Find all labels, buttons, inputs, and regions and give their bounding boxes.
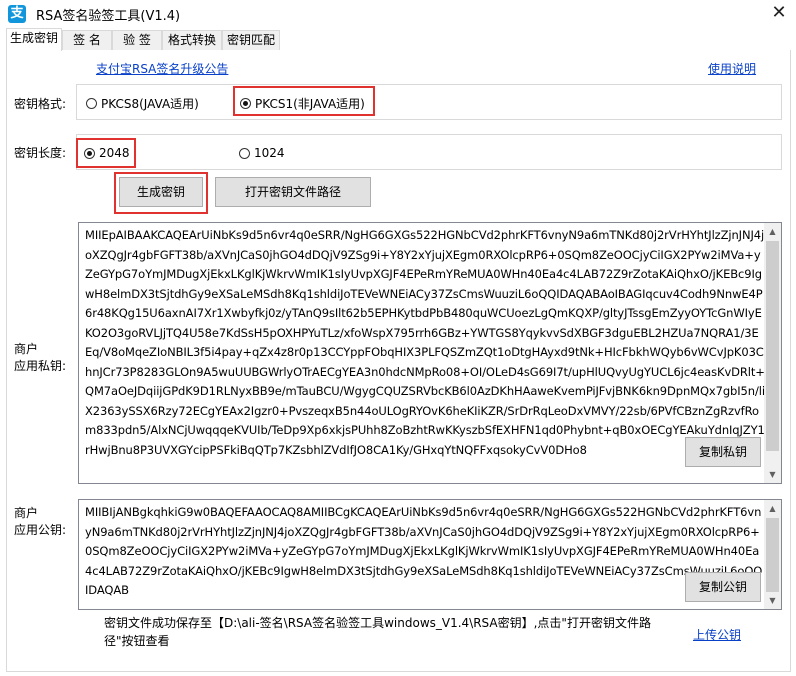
key-length-group — [76, 134, 782, 170]
open-key-path-button[interactable]: 打开密钥文件路径 — [215, 177, 371, 207]
private-key-textarea[interactable]: MIIEpAIBAAKCAQEArUiNbKs9d5n6vr4q0eSRR/Ng… — [78, 222, 782, 484]
public-key-textarea[interactable]: MIIBIjANBgkqhkiG9w0BAQEFAAOCAQ8AMIIBCgKC… — [78, 499, 782, 610]
public-key-label: 商户 应用公钥: — [14, 505, 66, 539]
radio-circle-selected — [84, 147, 95, 159]
tab-generate-key[interactable]: 生成密钥 — [6, 28, 62, 51]
copy-private-key-button[interactable]: 复制私钥 — [685, 437, 761, 467]
private-key-label: 商户 应用私钥: — [14, 341, 66, 375]
radio-2048-label: 2048 — [99, 146, 130, 160]
tab-format-convert[interactable]: 格式转换 — [162, 30, 222, 50]
scroll-up-arrow-icon[interactable]: ▲ — [764, 223, 781, 240]
public-key-label-line2: 应用公钥: — [14, 523, 67, 537]
key-length-label: 密钥长度: — [14, 146, 67, 160]
private-key-text: MIIEpAIBAAKCAQEArUiNbKs9d5n6vr4q0eSRR/Ng… — [85, 228, 765, 457]
private-key-label-line1: 商户 — [14, 342, 39, 356]
public-key-label-line1: 商户 — [14, 506, 39, 520]
help-link[interactable]: 使用说明 — [708, 60, 756, 77]
tab-verify[interactable]: 验 签 — [112, 30, 162, 50]
radio-circle-selected — [240, 98, 251, 109]
radio-2048[interactable]: 2048 — [84, 146, 130, 160]
window-title: RSA签名验签工具(V1.4) — [36, 9, 181, 24]
scroll-down-arrow-icon[interactable]: ▼ — [764, 592, 781, 609]
radio-pkcs8[interactable]: PKCS8(JAVA适用) — [86, 95, 199, 112]
radio-pkcs1[interactable]: PKCS1(非JAVA适用) — [240, 95, 365, 112]
radio-circle — [86, 98, 97, 109]
tab-sign[interactable]: 签 名 — [62, 30, 112, 50]
copy-public-key-button[interactable]: 复制公钥 — [685, 572, 761, 602]
radio-1024[interactable]: 1024 — [239, 146, 285, 160]
upload-public-key-link[interactable]: 上传公钥 — [693, 626, 741, 643]
radio-pkcs8-label: PKCS8(JAVA适用) — [101, 97, 199, 111]
key-format-label: 密钥格式: — [14, 97, 67, 111]
scroll-thumb[interactable] — [766, 241, 779, 451]
radio-circle — [239, 147, 250, 159]
close-button[interactable]: ✕ — [762, 0, 796, 26]
scroll-down-arrow-icon[interactable]: ▼ — [764, 466, 781, 483]
alipay-logo-icon: 支 — [8, 5, 26, 23]
private-key-scrollbar[interactable]: ▲ ▼ — [764, 223, 781, 483]
tab-strip: 生成密钥 签 名 验 签 格式转换 密钥匹配 — [6, 28, 791, 51]
radio-pkcs1-label: PKCS1(非JAVA适用) — [255, 97, 365, 111]
scroll-thumb[interactable] — [766, 518, 779, 592]
public-key-text: MIIBIjANBgkqhkiG9w0BAQEFAAOCAQ8AMIIBCgKC… — [85, 505, 763, 597]
scroll-up-arrow-icon[interactable]: ▲ — [764, 500, 781, 517]
tab-key-match[interactable]: 密钥匹配 — [222, 30, 280, 50]
radio-1024-label: 1024 — [254, 146, 285, 160]
title-bar: 支 RSA签名验签工具(V1.4) ✕ — [0, 0, 796, 28]
upgrade-notice-link[interactable]: 支付宝RSA签名升级公告 — [96, 60, 228, 77]
generate-key-button[interactable]: 生成密钥 — [119, 177, 203, 207]
status-message: 密钥文件成功保存至【D:\ali-签名\RSA签名验签工具windows_V1.… — [104, 616, 651, 648]
public-key-scrollbar[interactable]: ▲ ▼ — [764, 500, 781, 609]
private-key-label-line2: 应用私钥: — [14, 359, 67, 373]
